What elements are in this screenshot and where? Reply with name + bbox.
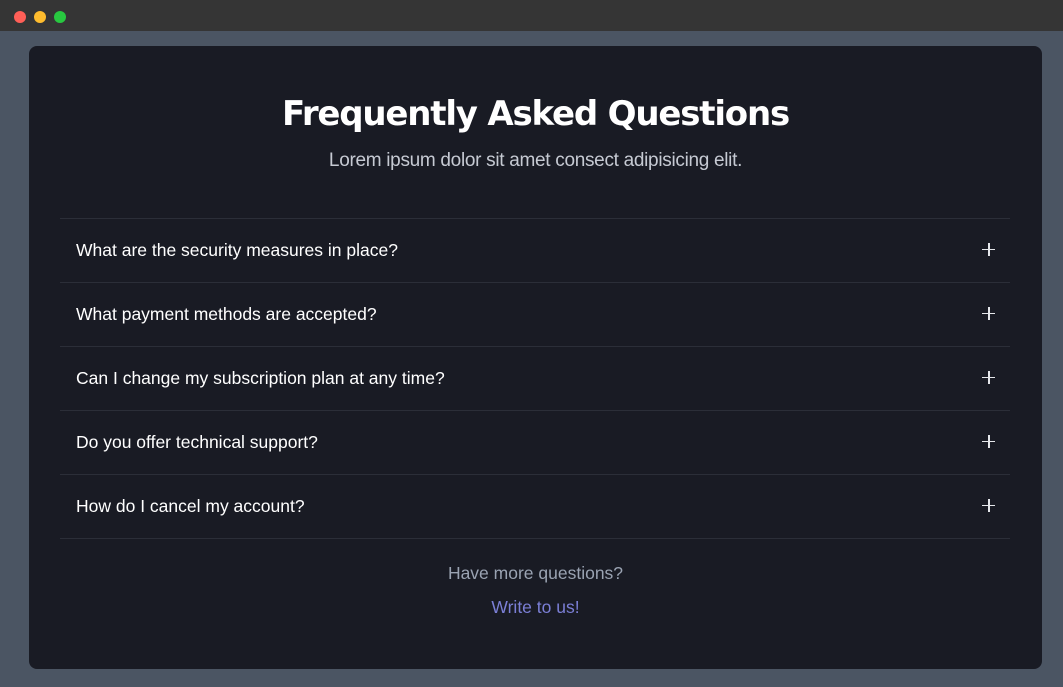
maximize-window-button[interactable] (54, 11, 66, 23)
faq-question: Can I change my subscription plan at any… (76, 368, 445, 388)
faq-card: Frequently Asked Questions Lorem ipsum d… (29, 46, 1042, 669)
plus-icon[interactable] (982, 243, 995, 256)
close-window-button[interactable] (14, 11, 26, 23)
plus-icon[interactable] (982, 371, 995, 384)
faq-item-payment-methods[interactable]: What payment methods are accepted? (60, 283, 1010, 347)
faq-question: Do you offer technical support? (76, 432, 318, 452)
faq-item-change-plan[interactable]: Can I change my subscription plan at any… (60, 347, 1010, 411)
faq-subtitle: Lorem ipsum dolor sit amet consect adipi… (328, 150, 743, 171)
plus-icon[interactable] (982, 307, 995, 320)
window-titlebar (0, 0, 1063, 31)
faq-item-security[interactable]: What are the security measures in place? (60, 219, 1010, 283)
faq-item-technical-support[interactable]: Do you offer technical support? (60, 411, 1010, 475)
minimize-window-button[interactable] (34, 11, 46, 23)
write-to-us-link[interactable]: Write to us! (29, 597, 1042, 618)
faq-item-cancel-account[interactable]: How do I cancel my account? (60, 475, 1010, 539)
faq-question: What are the security measures in place? (76, 240, 398, 260)
faq-question: How do I cancel my account? (76, 496, 305, 516)
faq-title: Frequently Asked Questions (282, 94, 790, 134)
plus-icon[interactable] (982, 435, 995, 448)
more-questions-text: Have more questions? (447, 563, 624, 583)
faq-question: What payment methods are accepted? (76, 304, 377, 324)
faq-list: What are the security measures in place?… (60, 218, 1010, 539)
plus-icon[interactable] (982, 499, 995, 512)
